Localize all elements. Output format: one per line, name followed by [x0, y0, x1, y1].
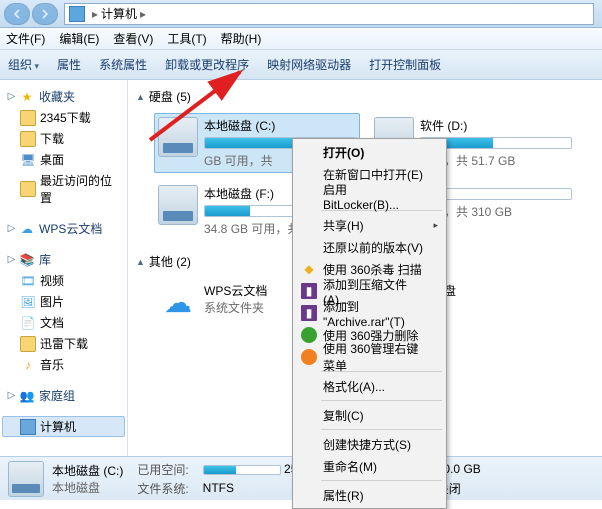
- menu-view[interactable]: 查看(V): [113, 30, 153, 47]
- titlebar: ▸ 计算机 ▸: [0, 0, 602, 28]
- ctx-addarchive[interactable]: ▮添加到 "Archive.rar"(T): [295, 302, 444, 324]
- cloud-icon: ☁: [19, 221, 35, 237]
- sb-item-downloads[interactable]: 下载: [2, 128, 125, 149]
- ctx-rmenu[interactable]: 使用 360管理右键菜单: [295, 346, 444, 368]
- sb-item-2345[interactable]: 2345下载: [2, 107, 125, 128]
- ctx-share[interactable]: 共享(H)▸: [295, 214, 444, 236]
- sb-item-pictures[interactable]: 🖼图片: [2, 291, 125, 312]
- disk-name: 软件 (D:): [420, 117, 572, 134]
- tb-cpanel[interactable]: 打开控制面板: [369, 56, 441, 73]
- tb-organize[interactable]: 组织: [8, 56, 39, 73]
- address-bar[interactable]: ▸ 计算机 ▸: [64, 3, 594, 25]
- tb-sysprops[interactable]: 系统属性: [99, 56, 147, 73]
- ctx-shortcut[interactable]: 创建快捷方式(S): [295, 433, 444, 455]
- recent-icon: [20, 181, 36, 197]
- computer-icon: [69, 6, 85, 22]
- ctx-rename[interactable]: 重命名(M): [295, 455, 444, 477]
- rar-icon: ▮: [301, 283, 317, 299]
- breadcrumb-sep: ▸: [92, 7, 98, 21]
- nav-back-button[interactable]: [4, 3, 30, 25]
- cloud-icon: ☁: [158, 282, 198, 322]
- sb-wps-head[interactable]: ▷☁WPS云文档: [2, 218, 125, 239]
- sb-item-desktop[interactable]: 🖥桌面: [2, 149, 125, 170]
- sb-item-computer[interactable]: 计算机: [2, 416, 125, 437]
- 360-icon: [301, 349, 317, 365]
- tb-properties[interactable]: 属性: [57, 56, 81, 73]
- desktop-icon: 🖥: [20, 152, 36, 168]
- context-menu: 打开(O) 在新窗口中打开(E) 启用 BitLocker(B)... 共享(H…: [292, 138, 447, 509]
- section-harddisk[interactable]: ▲硬盘 (5): [136, 84, 594, 109]
- toolbar: 组织 属性 系统属性 卸载或更改程序 映射网络驱动器 打开控制面板: [0, 50, 602, 80]
- music-icon: ♪: [20, 357, 36, 373]
- sb-item-video[interactable]: 🎞视频: [2, 270, 125, 291]
- tb-netdrive[interactable]: 映射网络驱动器: [267, 56, 351, 73]
- ctx-copy[interactable]: 复制(C): [295, 404, 444, 426]
- status-used-lbl: 已用空间:: [137, 461, 188, 478]
- star-icon: ★: [19, 89, 35, 105]
- disk-name: 本地磁盘 (C:): [204, 117, 356, 134]
- menu-bar: 文件(F) 编辑(E) 查看(V) 工具(T) 帮助(H): [0, 28, 602, 50]
- sb-favorites-head[interactable]: ▷★收藏夹: [2, 86, 125, 107]
- sb-item-xunlei[interactable]: 迅雷下载: [2, 333, 125, 354]
- folder-icon: [20, 336, 36, 352]
- sb-item-recent[interactable]: 最近访问的位置: [2, 170, 125, 208]
- menu-edit[interactable]: 编辑(E): [59, 30, 99, 47]
- ctx-format[interactable]: 格式化(A)...: [295, 375, 444, 397]
- folder-icon: [20, 110, 36, 126]
- sb-item-music[interactable]: ♪音乐: [2, 354, 125, 375]
- drive-icon: [158, 117, 198, 157]
- sb-lib-head[interactable]: ▷📚库: [2, 249, 125, 270]
- homegroup-icon: 👥: [19, 388, 35, 404]
- ctx-open[interactable]: 打开(O): [295, 141, 444, 163]
- library-icon: 📚: [19, 252, 35, 268]
- folder-icon: [20, 131, 36, 147]
- ctx-props[interactable]: 属性(R): [295, 484, 444, 506]
- ctx-sep: [321, 429, 442, 430]
- ctx-bitlocker[interactable]: 启用 BitLocker(B)...: [295, 185, 444, 207]
- ctx-prev[interactable]: 还原以前的版本(V): [295, 236, 444, 258]
- status-name: 本地磁盘 (C:): [52, 462, 123, 479]
- rar-icon: ▮: [301, 305, 317, 321]
- nav-forward-button[interactable]: [32, 3, 58, 25]
- breadcrumb-root[interactable]: 计算机: [101, 5, 137, 22]
- drive-icon: [8, 461, 44, 497]
- breadcrumb-sep: ▸: [140, 7, 146, 21]
- shield-icon: ◆: [301, 261, 317, 277]
- sb-homegroup-head[interactable]: ▷👥家庭组: [2, 385, 125, 406]
- sidebar: ▷★收藏夹 2345下载 下载 🖥桌面 最近访问的位置 ▷☁WPS云文档 ▷📚库…: [0, 80, 128, 456]
- ctx-sep: [321, 480, 442, 481]
- status-fs-lbl: 文件系统:: [137, 480, 188, 497]
- video-icon: 🎞: [20, 273, 36, 289]
- ctx-sep: [321, 400, 442, 401]
- menu-tools[interactable]: 工具(T): [167, 30, 206, 47]
- documents-icon: 📄: [20, 315, 36, 331]
- sb-item-documents[interactable]: 📄文档: [2, 312, 125, 333]
- pictures-icon: 🖼: [20, 294, 36, 310]
- menu-file[interactable]: 文件(F): [6, 30, 45, 47]
- computer-icon: [20, 419, 36, 435]
- status-sub: 本地磁盘: [52, 479, 123, 496]
- tb-uninstall[interactable]: 卸载或更改程序: [165, 56, 249, 73]
- menu-help[interactable]: 帮助(H): [221, 30, 262, 47]
- 360-icon: [301, 327, 317, 343]
- drive-icon: [158, 185, 198, 225]
